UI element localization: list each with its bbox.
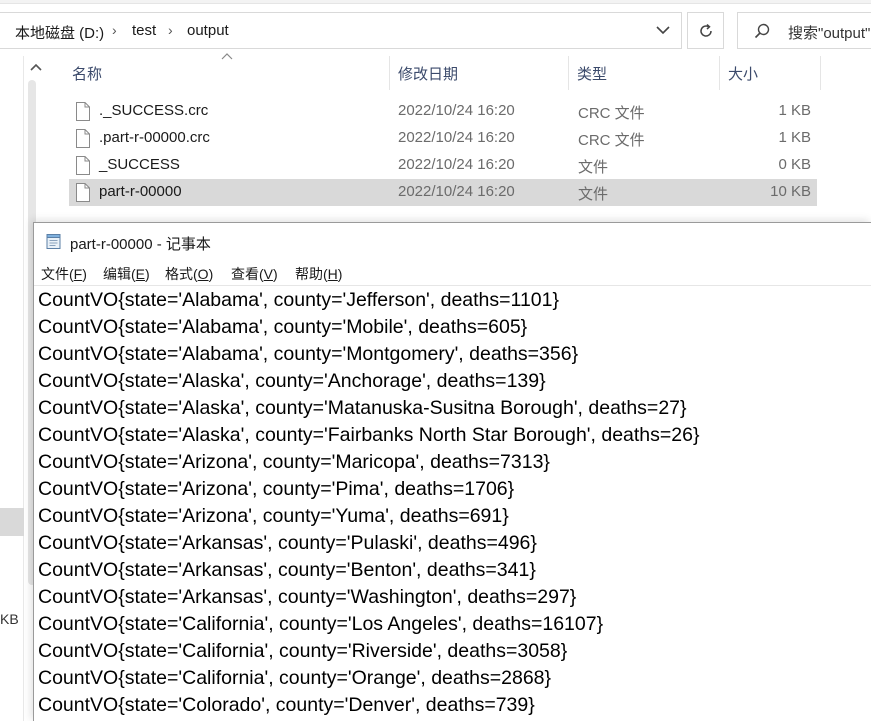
menu-view-accel: V [263,266,274,282]
text-line[interactable]: CountVO{state='Alabama', county='Mobile'… [38,314,527,341]
column-header-name[interactable]: 名称 [64,56,388,90]
menu-file[interactable]: 文件(F) [41,264,87,284]
menu-file-label: 文件 [41,266,69,282]
navigation-pane-selected-item[interactable] [0,508,24,536]
breadcrumb-separator-icon[interactable]: › [168,22,173,38]
refresh-icon [699,23,712,37]
file-type: CRC 文件 [578,132,645,149]
refresh-button[interactable] [687,12,724,49]
column-header-type[interactable]: 类型 [569,56,719,90]
text-line[interactable]: CountVO{state='Alaska', county='Matanusk… [38,395,687,422]
notepad-menu-bar: 文件(F) 编辑(E) 格式(O) 查看(V) 帮助(H) [34,261,871,285]
text-line[interactable]: CountVO{state='Arkansas', county='Pulask… [38,530,537,557]
file-row-selected[interactable]: part-r-00000 2022/10/24 16:20 文件 10 KB [69,179,817,206]
file-name: part-r-00000 [99,183,182,200]
file-type: CRC 文件 [578,105,645,122]
text-line[interactable]: CountVO{state='Arizona', county='Yuma', … [38,503,509,530]
text-line[interactable]: CountVO{state='Alaska', county='Anchorag… [38,368,546,395]
menu-edit-accel: E [135,266,146,282]
address-bar[interactable]: 本地磁盘 (D:) › test › output [0,12,682,49]
menu-format[interactable]: 格式(O) [165,264,213,284]
text-line[interactable]: CountVO{state='Alabama', county='Montgom… [38,341,578,368]
chevron-down-icon[interactable] [653,20,673,40]
file-row[interactable]: _SUCCESS 2022/10/24 16:20 文件 0 KB [69,152,817,179]
column-divider[interactable] [820,56,821,90]
menu-view[interactable]: 查看(V) [231,264,278,284]
file-type: 文件 [578,186,609,203]
text-line[interactable]: CountVO{state='Alaska', county='Fairbank… [38,422,700,449]
file-type: 文件 [578,159,609,176]
scroll-up-button[interactable] [24,56,48,78]
text-line[interactable]: CountVO{state='Colorado', county='Denver… [38,692,535,719]
file-name: _SUCCESS [99,156,180,173]
column-header-name-label: 名称 [72,65,103,83]
breadcrumb-separator-icon[interactable]: › [112,22,117,38]
file-name: ._SUCCESS.crc [99,102,209,119]
file-size: 0 KB [778,156,811,173]
column-header-date[interactable]: 修改日期 [390,56,568,90]
text-line[interactable]: CountVO{state='Arizona', county='Maricop… [38,449,550,476]
menu-file-accel: F [73,266,83,282]
search-icon [754,23,770,39]
file-icon [76,156,90,175]
file-date: 2022/10/24 16:20 [398,183,515,200]
file-size: 1 KB [778,102,811,119]
menu-help[interactable]: 帮助(H) [295,264,342,284]
column-header-size-label: 大小 [728,65,759,83]
text-line[interactable]: CountVO{state='California', county='Oran… [38,665,551,692]
text-line[interactable]: CountVO{state='California', county='Rive… [38,638,567,665]
menu-help-accel: H [327,266,338,282]
column-header-type-label: 类型 [577,65,608,83]
text-line[interactable]: CountVO{state='Arkansas', county='Washin… [38,584,576,611]
notepad-title: part-r-00000 - 记事本 [70,236,211,253]
menu-format-label: 格式 [165,266,193,282]
file-date: 2022/10/24 16:20 [398,102,515,119]
file-name: .part-r-00000.crc [99,129,210,146]
navigation-pane-size-fragment: KB [0,611,19,627]
notepad-icon [46,234,61,249]
search-input[interactable]: 搜索"output" [737,12,871,49]
breadcrumb-test[interactable]: test [132,22,156,39]
menu-format-accel: O [197,266,209,282]
notepad-title-bar[interactable]: part-r-00000 - 记事本 [34,223,871,261]
menu-help-label: 帮助 [295,266,323,282]
search-placeholder: 搜索"output" [788,25,871,42]
menu-view-label: 查看 [231,266,259,282]
file-size: 1 KB [778,129,811,146]
text-line[interactable]: CountVO{state='California', county='Los … [38,611,603,638]
text-line[interactable]: CountVO{state='Alabama', county='Jeffers… [38,287,559,314]
file-date: 2022/10/24 16:20 [398,156,515,173]
file-row[interactable]: ._SUCCESS.crc 2022/10/24 16:20 CRC 文件 1 … [69,98,817,125]
file-icon [76,102,90,121]
text-line[interactable]: CountVO{state='Arizona', county='Pima', … [38,476,514,503]
file-size: 10 KB [770,183,811,200]
file-date: 2022/10/24 16:20 [398,129,515,146]
menu-edit[interactable]: 编辑(E) [103,264,150,284]
file-row[interactable]: .part-r-00000.crc 2022/10/24 16:20 CRC 文… [69,125,817,152]
menu-edit-label: 编辑 [103,266,131,282]
column-header-size[interactable]: 大小 [720,56,820,90]
file-icon [76,129,90,148]
breadcrumb-drive[interactable]: 本地磁盘 (D:) [15,22,104,43]
notepad-window[interactable]: part-r-00000 - 记事本 文件(F) 编辑(E) 格式(O) 查看(… [33,222,871,721]
breadcrumb-output[interactable]: output [187,22,229,39]
menu-divider [34,285,871,286]
chevron-up-icon [30,63,42,71]
explorer-title-strip [0,0,871,4]
text-line[interactable]: CountVO{state='Arkansas', county='Benton… [38,557,536,584]
file-icon [76,183,90,202]
column-header-date-label: 修改日期 [398,65,459,83]
notepad-text-area[interactable]: CountVO{state='Alabama', county='Jeffers… [38,287,871,721]
